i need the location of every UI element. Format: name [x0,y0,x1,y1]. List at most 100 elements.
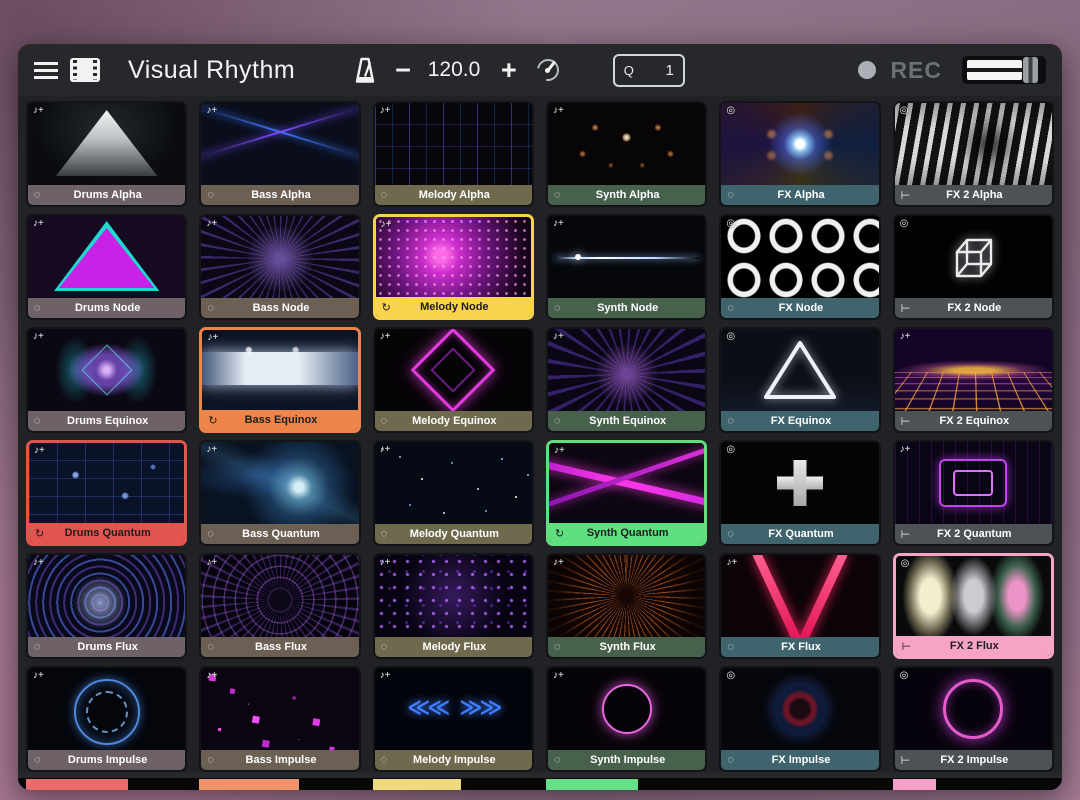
clip-thumbnail: ♪+ [548,216,705,298]
clip-synth-flux[interactable]: ♪+ ◌ Synth Flux [546,553,707,659]
note-add-icon: ♪+ [206,444,217,455]
clip-melody-equinox[interactable]: ♪+ ◌ Melody Equinox [373,327,534,433]
clip-melody-node[interactable]: ♪+ ↻ Melody Node [373,214,534,320]
synth-column-meter [546,778,707,790]
clip-name: Melody Node [396,301,513,313]
clip-fx-alpha[interactable]: ◎ ◌ FX Alpha [719,101,880,207]
clip-melody-quantum[interactable]: ♪+ ◌ Melody Quantum [373,440,534,546]
note-add-icon: ♪+ [380,331,391,342]
clip-fx-2-flux[interactable]: ◎ ⊢ FX 2 Flux [893,553,1054,659]
clip-melody-flux[interactable]: ♪+ ◌ Melody Flux [373,553,534,659]
clip-label-bar: ◌ Drums Impulse [28,750,185,770]
circle-marker-icon: ◎ [726,670,735,681]
clip-name: FX 2 Flux [916,640,1033,652]
clip-name: Bass Alpha [221,189,340,201]
clip-label-bar: ↻ Synth Quantum [549,523,704,543]
note-add-icon: ♪+ [206,218,217,229]
app-window: Visual Rhythm − 120.0 + Q 1 REC ♪+ ◌ [18,44,1062,790]
clip-fx-2-node[interactable]: ◎ ⊢ FX 2 Node [893,214,1054,320]
clip-state-icon: ◌ [554,754,568,766]
clip-state-icon: ◌ [727,641,741,653]
clip-state-icon: ◌ [207,641,221,653]
clip-state-icon: ◌ [554,415,568,427]
circle-marker-icon: ◎ [901,558,910,569]
clip-fx-2-alpha[interactable]: ◎ ⊢ FX 2 Alpha [893,101,1054,207]
record-button[interactable] [858,61,876,79]
clip-name: Drums Impulse [48,754,167,766]
clip-state-icon: ◌ [381,528,395,540]
master-fader[interactable] [962,56,1046,84]
note-add-icon: ♪+ [206,557,217,568]
fader-thumb[interactable] [1023,57,1038,83]
clip-fx-2-quantum[interactable]: ♪+ ⊢ FX 2 Quantum [893,440,1054,546]
clip-drums-node[interactable]: ♪+ ◌ Drums Node [26,214,187,320]
quantize-control[interactable]: Q 1 [613,54,685,87]
clip-melody-alpha[interactable]: ♪+ ◌ Melody Alpha [373,101,534,207]
clip-label-bar: ◌ Drums Alpha [28,185,185,205]
clip-thumbnail: ♪+ [375,103,532,185]
tap-tempo-dial-icon[interactable] [535,57,561,83]
clip-name: Synth Equinox [568,415,687,427]
clip-label-bar: ◌ Drums Node [28,298,185,318]
clip-name: FX Node [741,302,860,314]
clip-thumbnail: ◎ [895,216,1052,298]
clip-fx-equinox[interactable]: ◎ ◌ FX Equinox [719,327,880,433]
clip-label-bar: ⊢ FX 2 Impulse [895,750,1052,770]
clip-bass-node[interactable]: ♪+ ◌ Bass Node [199,214,360,320]
clip-label-bar: ↻ Drums Quantum [29,523,184,543]
clip-drums-equinox[interactable]: ♪+ ◌ Drums Equinox [26,327,187,433]
clip-name: Melody Quantum [395,528,514,540]
meter-fill [199,779,299,790]
clip-name: FX Equinox [741,415,860,427]
fx-column-meter [719,778,880,790]
note-add-icon: ♪+ [33,218,44,229]
clip-synth-quantum[interactable]: ♪+ ↻ Synth Quantum [546,440,707,546]
loop-icon: ↻ [555,527,569,540]
clip-thumbnail: ♪+ [376,217,531,297]
clip-name: Bass Node [221,302,340,314]
fader-track [967,60,1022,80]
clip-fx-quantum[interactable]: ◎ ◌ FX Quantum [719,440,880,546]
clip-synth-impulse[interactable]: ♪+ ◌ Synth Impulse [546,666,707,772]
loop-icon: ↻ [208,414,222,427]
clip-fx-2-impulse[interactable]: ◎ ⊢ FX 2 Impulse [893,666,1054,772]
clip-name: Drums Equinox [48,415,167,427]
clip-bass-alpha[interactable]: ♪+ ◌ Bass Alpha [199,101,360,207]
clip-label-bar: ◌ Bass Node [201,298,358,318]
clip-bass-impulse[interactable]: ♪+ ◌ Bass Impulse [199,666,360,772]
clip-drums-flux[interactable]: ♪+ ◌ Drums Flux [26,553,187,659]
clip-fx-flux[interactable]: ♪+ ◌ FX Flux [719,553,880,659]
clip-thumbnail: ♪+ [28,216,185,298]
circle-marker-icon: ◎ [726,105,735,116]
clip-synth-node[interactable]: ♪+ ◌ Synth Node [546,214,707,320]
clip-drums-alpha[interactable]: ♪+ ◌ Drums Alpha [26,101,187,207]
clip-fx-node[interactable]: ◎ ◌ FX Node [719,214,880,320]
clip-thumbnail: ♪+ [202,330,357,410]
metronome-icon[interactable] [353,56,377,85]
rec-label: REC [890,57,942,84]
tempo-decrease-button[interactable]: − [391,57,415,84]
clip-name: Melody Flux [395,641,514,653]
clip-synth-equinox[interactable]: ♪+ ◌ Synth Equinox [546,327,707,433]
clip-drums-impulse[interactable]: ♪+ ◌ Drums Impulse [26,666,187,772]
one-shot-icon: ⊢ [901,528,915,541]
clip-state-icon: ◌ [207,754,221,766]
clip-name: Synth Alpha [568,189,687,201]
note-add-icon: ♪+ [33,557,44,568]
menu-icon[interactable] [34,62,58,79]
clip-fx-impulse[interactable]: ◎ ◌ FX Impulse [719,666,880,772]
clip-bass-equinox[interactable]: ♪+ ↻ Bass Equinox [199,327,360,433]
clip-name: Bass Equinox [222,414,339,426]
tempo-increase-button[interactable]: + [497,57,521,84]
clip-fx-2-equinox[interactable]: ♪+ ⊢ FX 2 Equinox [893,327,1054,433]
clip-state-icon: ◌ [554,302,568,314]
clip-synth-alpha[interactable]: ♪+ ◌ Synth Alpha [546,101,707,207]
clip-bass-flux[interactable]: ♪+ ◌ Bass Flux [199,553,360,659]
clip-melody-impulse[interactable]: ♪+ ≪≪≫≫ ◌ Melody Impulse [373,666,534,772]
meter-fill [546,779,638,790]
chevron-arrows-icon: ≪≪≫≫ [407,695,499,721]
clip-bass-quantum[interactable]: ♪+ ◌ Bass Quantum [199,440,360,546]
tempo-value[interactable]: 120.0 [425,58,483,82]
film-strip-icon[interactable] [70,58,100,82]
clip-drums-quantum[interactable]: ♪+ ↻ Drums Quantum [26,440,187,546]
